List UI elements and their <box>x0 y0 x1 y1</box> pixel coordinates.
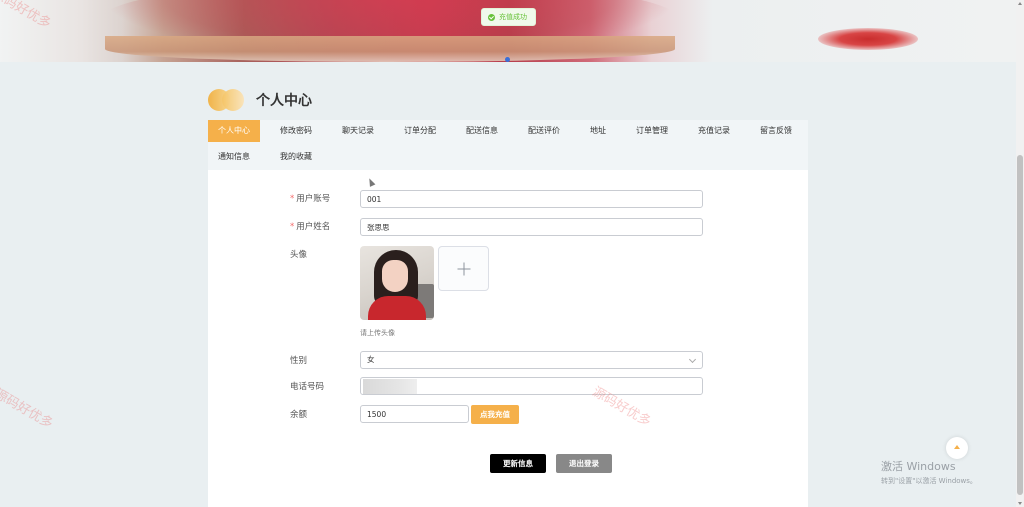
balance-input[interactable] <box>360 405 469 423</box>
banner-tart-shape <box>105 36 675 62</box>
name-label: * 用户姓名 <box>290 222 331 232</box>
tab-notifications[interactable]: 通知信息 <box>208 146 260 168</box>
tab-delivery-review[interactable]: 配送评价 <box>518 120 570 142</box>
check-circle-icon <box>488 13 495 21</box>
update-info-button[interactable]: 更新信息 <box>490 454 546 473</box>
tab-chat-history[interactable]: 聊天记录 <box>332 120 384 142</box>
tab-delivery-info[interactable]: 配送信息 <box>456 120 508 142</box>
avatar-label: 头像 <box>290 250 308 260</box>
page-scrollbar[interactable] <box>1016 0 1024 507</box>
profile-form: *用户账号 *用户姓名 头像 请上传头像 性别 女 电话号码 余额 点我充值 更… <box>208 170 808 507</box>
phone-input[interactable] <box>360 377 703 395</box>
avatar-upload-button[interactable] <box>438 246 489 291</box>
gender-value: 女 <box>367 355 375 364</box>
name-input[interactable] <box>360 218 703 236</box>
scrollbar-thumb[interactable] <box>1017 155 1023 495</box>
scroll-down-icon[interactable] <box>1018 502 1022 505</box>
carousel-indicator[interactable] <box>505 57 510 62</box>
avatar-image[interactable] <box>360 246 434 320</box>
tab-feedback[interactable]: 留言反馈 <box>750 120 802 142</box>
balance-label: 余额 <box>290 410 308 420</box>
tab-change-password[interactable]: 修改密码 <box>270 120 322 142</box>
tab-address[interactable]: 地址 <box>580 120 616 142</box>
account-input[interactable] <box>360 190 703 208</box>
gender-select[interactable]: 女 <box>360 351 703 369</box>
recharge-button[interactable]: 点我充值 <box>471 405 519 424</box>
chevron-down-icon <box>688 355 697 364</box>
double-circle-logo-icon <box>208 89 246 111</box>
windows-activation-notice: 激活 Windows 转到"设置"以激活 Windows。 <box>881 460 977 485</box>
back-to-top-button[interactable] <box>946 437 968 459</box>
tab-order-assignment[interactable]: 订单分配 <box>394 120 446 142</box>
phone-label: 电话号码 <box>290 382 325 392</box>
account-label: * 用户账号 <box>290 194 331 204</box>
tab-favorites[interactable]: 我的收藏 <box>270 146 322 168</box>
page-title: 个人中心 <box>256 93 312 109</box>
page-header: 个人中心 <box>208 88 312 112</box>
redacted-phone <box>363 379 417 394</box>
tab-order-management[interactable]: 订单管理 <box>626 120 678 142</box>
logout-button[interactable]: 退出登录 <box>556 454 612 473</box>
success-toast: 充值成功 <box>481 8 536 26</box>
tab-profile[interactable]: 个人中心 <box>208 120 260 142</box>
watermark: 源码好优多 <box>0 386 56 432</box>
toast-text: 充值成功 <box>499 13 527 21</box>
plus-icon <box>457 262 470 275</box>
scroll-up-icon[interactable] <box>1018 2 1022 5</box>
avatar-hint: 请上传头像 <box>360 329 395 337</box>
tab-bar: 个人中心 修改密码 聊天记录 订单分配 配送信息 配送评价 地址 订单管理 充值… <box>208 120 808 170</box>
tab-recharge-records[interactable]: 充值记录 <box>688 120 740 142</box>
gender-label: 性别 <box>290 356 308 366</box>
